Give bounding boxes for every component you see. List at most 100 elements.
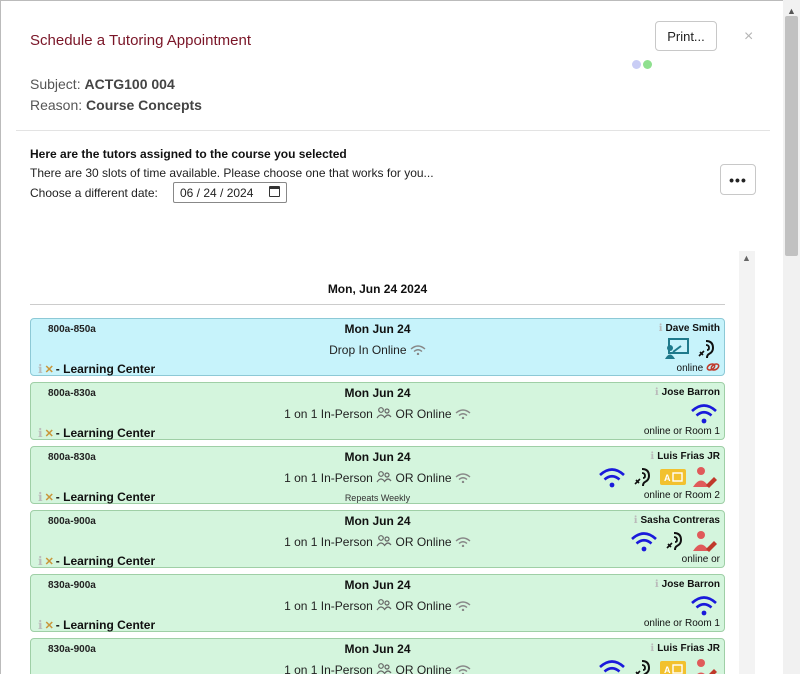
loading-dots — [632, 56, 654, 74]
slot-type: 1 on 1 In-Person OR Online — [31, 535, 724, 549]
slot-type-primary: 1 on 1 In-Person — [284, 407, 373, 421]
scroll-up-icon[interactable]: ▲ — [742, 253, 751, 263]
meeting-mode-text: online or Room 1 — [643, 426, 720, 437]
tutor-name-text: Jose Barron — [661, 579, 720, 590]
subject-value: ACTG100 004 — [84, 76, 175, 92]
presentation-icon — [665, 338, 689, 359]
sign-language-icon: A — [660, 469, 686, 485]
reason-value: Course Concepts — [86, 97, 202, 113]
slot-type-primary: Drop In Online — [329, 343, 407, 357]
info-icon[interactable]: ℹ — [650, 451, 654, 462]
tutor-edit-icon — [693, 531, 717, 552]
print-button[interactable]: Print... — [655, 21, 717, 51]
wifi-icon — [455, 601, 471, 611]
slot-location: ℹ ✕ - Learning Center — [38, 554, 155, 568]
page-scrollbar[interactable]: ▲ — [783, 0, 800, 674]
info-icon[interactable]: ℹ — [655, 387, 659, 398]
info-icon[interactable]: ℹ — [38, 618, 43, 632]
info-icon[interactable]: ℹ — [659, 323, 663, 334]
day-heading: Mon, Jun 24 2024 — [327, 282, 428, 296]
meeting-mode: online or Room 1 — [644, 618, 720, 629]
tutor-accommodation-icons — [690, 593, 718, 617]
wifi-icon — [691, 596, 717, 616]
info-icon[interactable]: ℹ — [634, 515, 638, 526]
meeting-mode-text: online or — [681, 554, 720, 565]
day-divider — [30, 304, 725, 305]
reason-line: Reason: Course Concepts — [30, 97, 202, 113]
info-icon[interactable]: ℹ — [655, 579, 659, 590]
tutor-name-text: Luis Frias JR — [657, 451, 720, 462]
time-slot-card[interactable]: 830a-900a Mon Jun 24 1 on 1 In-Person OR O… — [30, 574, 725, 632]
time-slot-card[interactable]: 800a-900a Mon Jun 24 1 on 1 In-Person OR O… — [30, 510, 725, 568]
people-icon — [376, 535, 392, 547]
intro-text: There are 30 slots of time available. Pl… — [30, 166, 434, 180]
hearing-icon — [698, 340, 715, 359]
location-label: - Learning Center — [55, 618, 156, 632]
intro-heading: Here are the tutors assigned to the cour… — [30, 147, 347, 161]
divider — [16, 130, 770, 131]
subject-label: Subject: — [30, 76, 81, 92]
wifi-icon — [410, 345, 426, 355]
tutor-accommodation-icons: A — [598, 657, 718, 674]
date-input[interactable]: 06 / 24 / 2024 — [173, 182, 287, 203]
people-icon — [376, 407, 392, 419]
location-label: - Learning Center — [55, 554, 156, 568]
people-icon — [376, 599, 392, 611]
reason-label: Reason: — [30, 97, 83, 113]
tutor-name: ℹ Luis Frias JR — [650, 451, 720, 462]
tutor-accommodation-icons — [690, 401, 718, 425]
date-label: Choose a different date: — [30, 186, 158, 200]
subject-line: Subject: ACTG100 004 — [30, 76, 175, 92]
location-label: - Learning Center — [55, 426, 156, 440]
slot-list-scrollbar[interactable]: ▲ — [739, 251, 755, 674]
svg-text:A: A — [664, 665, 671, 674]
hearing-icon — [666, 532, 683, 551]
meeting-mode-text: online — [676, 363, 704, 374]
info-icon[interactable]: ℹ — [38, 362, 43, 376]
location-label: - Learning Center — [55, 362, 156, 376]
wifi-icon — [455, 409, 471, 419]
meeting-mode-text: online or Room 1 — [643, 618, 720, 629]
dot — [632, 60, 641, 69]
scrollbar-thumb[interactable] — [785, 16, 798, 256]
tutor-accommodation-icons: A — [598, 465, 718, 489]
slot-type-secondary: OR Online — [395, 407, 452, 421]
scroll-up-icon[interactable]: ▲ — [787, 6, 796, 16]
close-icon[interactable]: × — [744, 28, 753, 46]
meeting-mode: online or Room 1 — [644, 426, 720, 437]
wifi-icon — [455, 473, 471, 483]
wifi-icon — [455, 665, 471, 674]
slot-date: Mon Jun 24 — [344, 386, 411, 400]
slot-date: Mon Jun 24 — [344, 578, 411, 592]
learning-center-icon: ✕ — [44, 364, 54, 376]
slot-date: Mon Jun 24 — [344, 322, 411, 336]
slot-type-secondary: OR Online — [395, 535, 452, 549]
calendar-icon[interactable] — [269, 186, 280, 197]
meeting-mode: online — [677, 362, 720, 374]
tutor-accommodation-icons — [664, 337, 718, 361]
wifi-icon — [599, 660, 625, 673]
meeting-mode-text: online or Room 2 — [643, 490, 720, 501]
time-slot-card[interactable]: 800a-830a Mon Jun 24 1 on 1 In-Person OR O… — [30, 382, 725, 440]
tutor-name: ℹ Jose Barron — [655, 387, 720, 398]
link-icon — [706, 363, 720, 371]
learning-center-icon: ✕ — [44, 428, 54, 440]
slot-type: 1 on 1 In-Person OR Online — [31, 407, 724, 421]
slot-date: Mon Jun 24 — [344, 514, 411, 528]
time-slot-card[interactable]: 830a-900a Mon Jun 24 1 on 1 In-Person OR O… — [30, 638, 725, 674]
time-slot-card[interactable]: 800a-830a Mon Jun 24 1 on 1 In-Person OR O… — [30, 446, 725, 504]
dialog-title: Schedule a Tutoring Appointment — [30, 32, 251, 49]
info-icon[interactable]: ℹ — [38, 554, 43, 568]
tutor-name: ℹ Luis Frias JR — [650, 643, 720, 654]
learning-center-icon: ✕ — [44, 556, 54, 568]
info-icon[interactable]: ℹ — [38, 426, 43, 440]
tutor-name-text: Sasha Contreras — [640, 515, 720, 526]
more-options-button[interactable]: ••• — [720, 164, 756, 195]
slot-date: Mon Jun 24 — [344, 450, 411, 464]
tutor-name: ℹ Jose Barron — [655, 579, 720, 590]
tutor-name: ℹ Dave Smith — [659, 323, 720, 334]
info-icon[interactable]: ℹ — [650, 643, 654, 654]
people-icon — [376, 663, 392, 674]
time-slot-card[interactable]: 800a-850a Mon Jun 24 Drop In Online ℹ ✕ - Le… — [30, 318, 725, 376]
tutor-edit-icon — [697, 659, 717, 674]
